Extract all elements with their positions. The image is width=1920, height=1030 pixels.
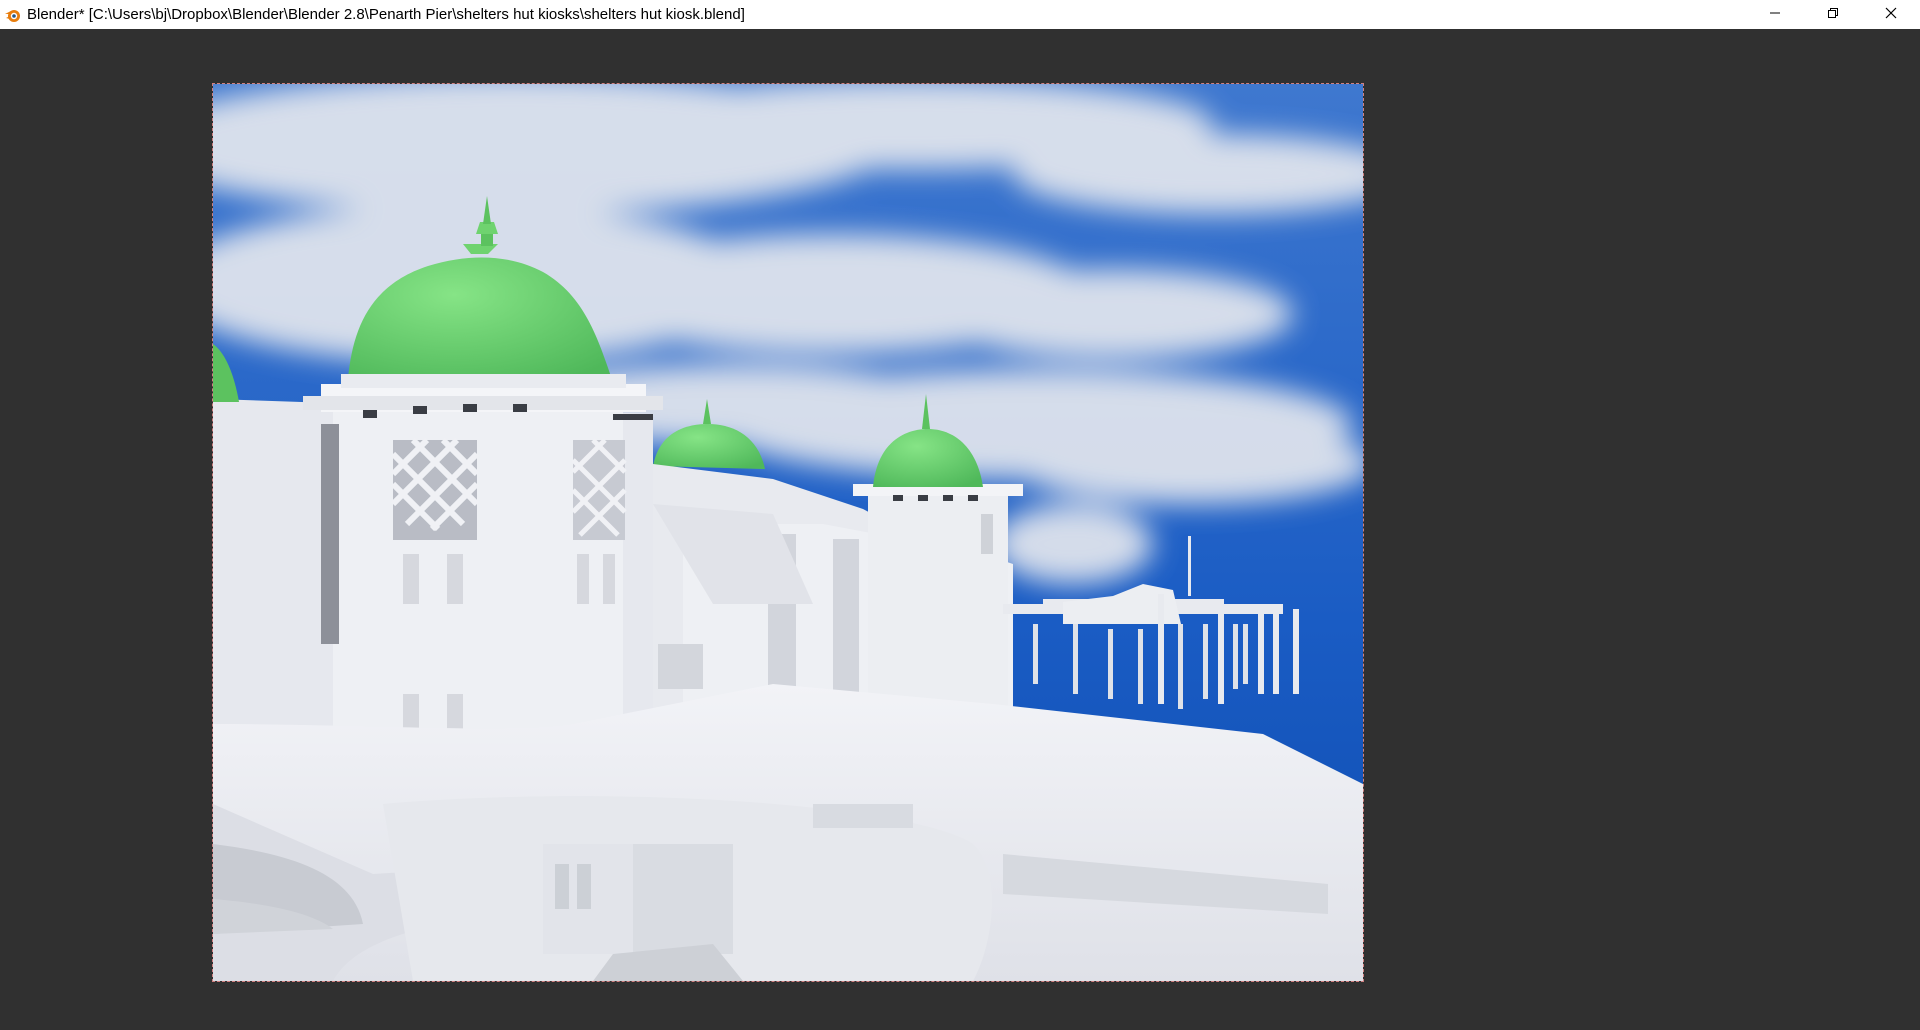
window-controls <box>1746 0 1920 29</box>
image-viewport[interactable] <box>0 29 1920 1030</box>
minimize-button[interactable] <box>1746 0 1804 29</box>
blender-window: Blender* [C:\Users\bj\Dropbox\Blender\Bl… <box>0 0 1920 1030</box>
blender-logo-icon <box>3 5 23 25</box>
restore-button[interactable] <box>1804 0 1862 29</box>
title-bar[interactable]: Blender* [C:\Users\bj\Dropbox\Blender\Bl… <box>0 0 1920 29</box>
render-result-image <box>212 83 1364 982</box>
close-button[interactable] <box>1862 0 1920 29</box>
window-title: Blender* [C:\Users\bj\Dropbox\Blender\Bl… <box>27 6 745 23</box>
foreground-roof <box>213 684 1363 981</box>
close-icon <box>1885 6 1897 24</box>
restore-icon <box>1827 6 1839 24</box>
minimize-icon <box>1769 6 1781 24</box>
